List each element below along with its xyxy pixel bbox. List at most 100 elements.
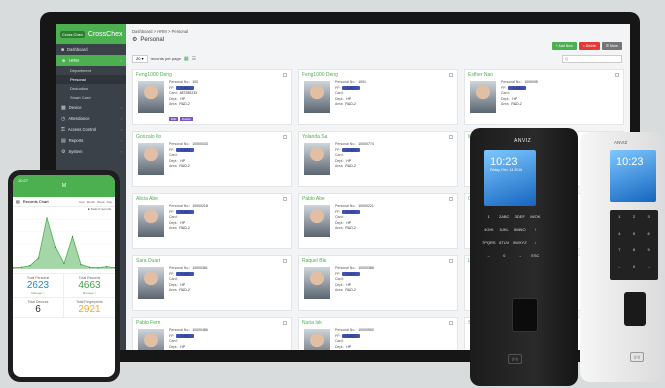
select-checkbox[interactable] <box>283 197 287 201</box>
grid-view-icon[interactable]: ▦ <box>184 56 189 62</box>
sidebar-item-attendance[interactable]: ◷ Attendance › <box>56 113 126 124</box>
sidebar-item-access-control[interactable]: ⚿ Access Control › <box>56 124 126 135</box>
card-delete-button[interactable]: Delete <box>180 117 193 121</box>
keypad-key[interactable]: 2 <box>627 214 642 227</box>
stat-total-devices[interactable]: Total Devices 6 <box>13 298 64 318</box>
person-name[interactable]: Raquel Ble <box>299 256 457 264</box>
select-checkbox[interactable] <box>449 259 453 263</box>
stat-total-fingerprints[interactable]: Total Fingerprints 2921 <box>64 298 115 318</box>
keypad-key[interactable]: 7PQRS <box>482 240 496 245</box>
keypad-key[interactable]: M/OK <box>529 214 542 219</box>
keypad-key[interactable]: ← <box>612 264 627 277</box>
sidebar-subitem-smart-card[interactable]: Smart Card <box>56 93 126 102</box>
stat-total-records[interactable]: Total Records 4663 Manage > <box>64 274 115 298</box>
personnel-card[interactable]: Yolanda Sa Personal No.: 10000774 FP: 1-4(… <box>298 131 458 187</box>
person-name[interactable]: Pablo Abe <box>299 194 457 202</box>
fingerprint-sensor[interactable] <box>512 298 538 332</box>
person-name[interactable]: Alicia Abe <box>133 194 291 202</box>
person-name[interactable]: Esther Nao <box>465 70 623 78</box>
select-checkbox[interactable] <box>615 73 619 77</box>
person-name[interactable]: Yolanda Sa <box>299 132 457 140</box>
keypad-key[interactable]: 5 <box>627 231 642 244</box>
keypad-key[interactable]: ← <box>482 253 496 258</box>
list-view-icon[interactable]: ☰ <box>192 56 196 62</box>
select-checkbox[interactable] <box>449 197 453 201</box>
per-page-select[interactable]: 20 ▾ <box>132 54 148 63</box>
fingerprint-badge: 1-4(1) <box>342 271 360 276</box>
personnel-card[interactable]: Feng1000 Deng Personal No.: 100 FP: 1-4(1)… <box>132 69 292 125</box>
tab-week[interactable]: Week <box>97 200 105 204</box>
tab-day[interactable]: Day <box>107 200 112 204</box>
select-checkbox[interactable] <box>283 73 287 77</box>
sidebar-item-reports[interactable]: ▤ Reports › <box>56 135 126 146</box>
keypad-key[interactable]: 0 <box>627 264 642 277</box>
sidebar-item-system[interactable]: ⚙ System › <box>56 146 126 157</box>
keypad-key[interactable]: ESC <box>529 253 542 258</box>
keypad-key[interactable]: 2ABC <box>498 214 511 219</box>
person-name[interactable]: Feng1000 Deng <box>299 70 457 78</box>
fingerprint-sensor[interactable] <box>624 292 646 326</box>
select-checkbox[interactable] <box>449 73 453 77</box>
personnel-card[interactable]: Nuria Isk Personal No.: 10000592 FP: 1-4(1… <box>298 317 458 350</box>
person-name[interactable]: Gonzalo Ilo <box>133 132 291 140</box>
card-edit-button[interactable]: Edit <box>169 117 179 121</box>
keypad-key[interactable]: 8TUV <box>498 240 511 245</box>
person-name[interactable]: Pablo Fern <box>133 318 291 326</box>
keypad-key[interactable]: → <box>513 253 527 258</box>
sidebar-item-dashboard[interactable]: ■ Dashboard <box>56 44 126 55</box>
keypad-key[interactable]: 9 <box>641 247 656 260</box>
keypad-key[interactable]: 1 <box>482 214 496 219</box>
personnel-card[interactable]: Sara Duart Personal No.: 10000361 FP: 1-4(… <box>132 255 292 311</box>
person-name[interactable]: Sara Duart <box>133 256 291 264</box>
breadcrumb: Dashboard > HRM > Personal <box>132 29 189 34</box>
keypad-key[interactable]: 6 <box>641 231 656 244</box>
sidebar-subitem-personal[interactable]: Personal <box>56 75 126 84</box>
fingerprint-badge: 1-4(1) <box>342 333 360 338</box>
select-checkbox[interactable] <box>283 259 287 263</box>
tab-year[interactable]: Year <box>79 200 85 204</box>
add-new-button[interactable]: + Add New <box>551 42 577 50</box>
select-checkbox[interactable] <box>283 321 287 325</box>
personnel-card[interactable]: Pablo Abe Personal No.: 10000221 FP: 1-4(1… <box>298 193 458 249</box>
keypad-key[interactable]: → <box>641 264 656 277</box>
fingerprint-badge: 1-4(1) <box>176 85 194 90</box>
personnel-card[interactable]: Gonzalo Ilo Personal No.: 10000033 FP: 1-4… <box>132 131 292 187</box>
keypad-key[interactable]: ↑ <box>529 227 542 232</box>
card-reader-icon: ((•)) <box>630 352 644 362</box>
keypad-key[interactable]: 3DEF <box>513 214 527 219</box>
sidebar-item-hrm[interactable]: ☻ HRM ▾ <box>56 55 126 66</box>
sidebar-item-device[interactable]: ▩ Device › <box>56 102 126 113</box>
keypad-key[interactable]: ↓ <box>529 240 542 245</box>
report-icon: ▤ <box>61 137 66 144</box>
person-name[interactable]: Nuria Isk <box>299 318 457 326</box>
fingerprint-badge: 1-4(1) <box>176 271 194 276</box>
keypad-key[interactable]: 8 <box>627 247 642 260</box>
tab-month[interactable]: Month <box>87 200 95 204</box>
keypad-key[interactable]: 1 <box>612 214 627 227</box>
keypad-key[interactable]: 4 <box>612 231 627 244</box>
personnel-card[interactable]: Alicia Abe Personal No.: 10000218 FP: 1-4(… <box>132 193 292 249</box>
keypad-key[interactable]: 4GHI <box>482 227 496 232</box>
personnel-card[interactable]: Esther Nao Personal No.: 1000095 FP: 1-4(1… <box>464 69 624 125</box>
person-name[interactable]: Feng1000 Deng <box>133 70 291 78</box>
keypad-key[interactable]: 7 <box>612 247 627 260</box>
keypad-key[interactable]: 6MNO <box>513 227 527 232</box>
personnel-card[interactable]: Feng1000 Deng Personal No.: 1001 FP: 1-4(1… <box>298 69 458 125</box>
select-checkbox[interactable] <box>449 135 453 139</box>
search-input[interactable]: Q <box>562 54 622 63</box>
personnel-card[interactable]: Pablo Fern Personal No.: 10000486 FP: 1-4(… <box>132 317 292 350</box>
mobile-phone: 10:27 M ▤ Records Chart Year Month Week … <box>8 170 120 382</box>
keypad-key[interactable]: 9WXYZ <box>513 240 527 245</box>
personnel-card[interactable]: Raquel Ble Personal No.: 10000386 FP: 1-4(… <box>298 255 458 311</box>
select-checkbox[interactable] <box>449 321 453 325</box>
stat-value: 2921 <box>78 304 101 315</box>
delete-button[interactable]: × Delete <box>578 42 600 50</box>
more-button[interactable]: ☰ More <box>601 42 622 50</box>
sidebar-subitem-department[interactable]: Department <box>56 66 126 75</box>
keypad-key[interactable]: 5JKL <box>498 227 511 232</box>
stat-total-personal[interactable]: Total Personal 2623 Manage > <box>13 274 64 298</box>
keypad-key[interactable]: 0 <box>498 253 511 258</box>
select-checkbox[interactable] <box>283 135 287 139</box>
sidebar-subitem-deduction[interactable]: Deduction <box>56 84 126 93</box>
keypad-key[interactable]: 3 <box>641 214 656 227</box>
